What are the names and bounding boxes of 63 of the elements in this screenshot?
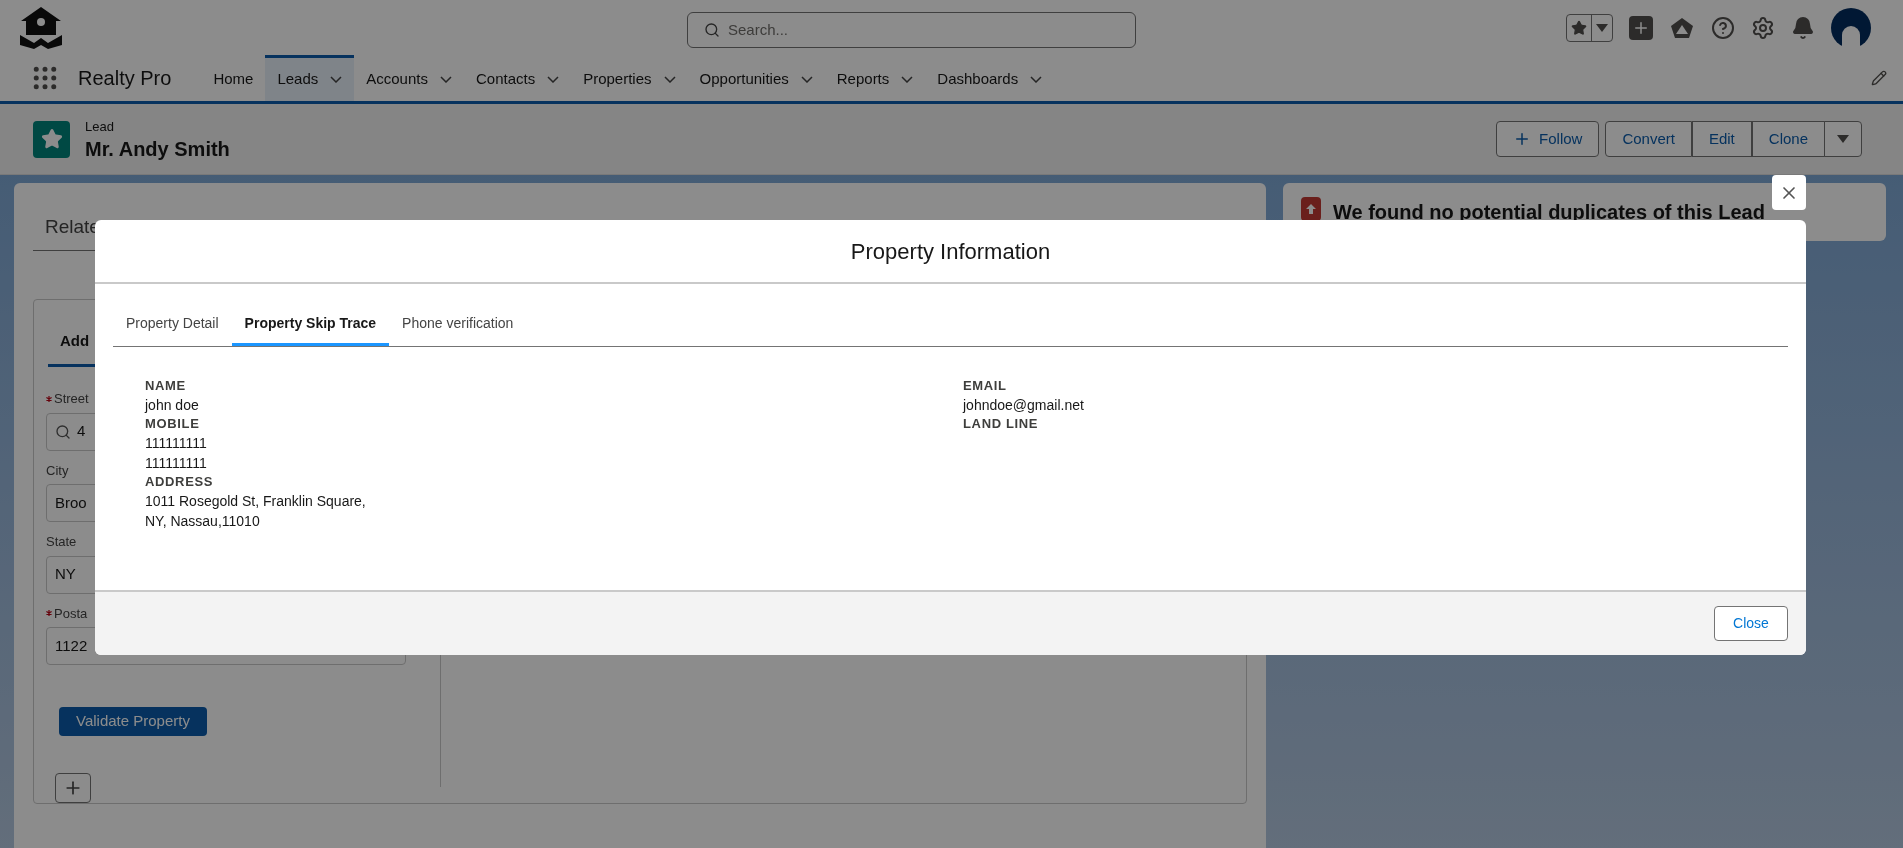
field-value: 111111111	[145, 434, 207, 453]
add-button[interactable]	[1629, 15, 1653, 40]
duplicates-message: We found no potential duplicates of this Lead	[1333, 200, 1765, 225]
required-icon	[46, 610, 52, 617]
caret-icon	[1596, 23, 1608, 32]
field-value: john doe	[145, 396, 199, 415]
nav-tab[interactable]: Opportunities	[687, 55, 825, 101]
follow-button[interactable]: Follow	[1496, 121, 1600, 157]
caret-icon	[1837, 135, 1849, 143]
search-field[interactable]: Search...	[687, 12, 1136, 48]
nav-tab[interactable]: Accounts	[354, 55, 464, 101]
chevron-icon	[901, 76, 914, 83]
nav-tab[interactable]: Leads	[265, 55, 355, 101]
add-button[interactable]	[55, 773, 91, 803]
settings-icon[interactable]	[1751, 15, 1775, 40]
action-button[interactable]: Convert	[1605, 121, 1692, 157]
star-icon	[1571, 19, 1587, 36]
action-button[interactable]: Clone	[1751, 121, 1825, 157]
nav-tab[interactable]: Dashboards	[925, 55, 1055, 101]
nav-tab[interactable]: Home	[201, 55, 266, 101]
field-value: johndoe@gmail.net	[963, 396, 1084, 415]
field-value: 1011 Rosegold St, Franklin Square,	[145, 492, 366, 511]
field-label: MOBILE	[145, 415, 201, 433]
field-label: LAND LINE	[963, 415, 1040, 433]
field-label: ADDRESS	[145, 473, 215, 491]
record-type: Lead	[85, 118, 115, 137]
field-label: State	[46, 533, 77, 551]
validate-property-button[interactable]: Validate Property	[59, 707, 207, 737]
required-icon	[46, 395, 52, 402]
modal-title: Property Information	[850, 237, 1051, 266]
close-button[interactable]: Close	[1714, 606, 1788, 641]
chevron-icon	[663, 76, 676, 83]
action-button[interactable]: Edit	[1691, 121, 1752, 157]
search-icon	[704, 22, 720, 38]
nav-tab[interactable]: Reports	[824, 55, 926, 101]
field-value: 111111111	[145, 454, 207, 473]
modal-tab[interactable]: Phone verification	[389, 304, 527, 346]
field-value: NY, Nassau,11010	[145, 512, 260, 531]
nav-tab[interactable]: Contacts	[463, 55, 572, 101]
chevron-icon	[330, 76, 343, 83]
field-label: City	[46, 461, 69, 480]
app-name: Realty Pro	[78, 66, 172, 91]
field-label: EMAIL	[963, 377, 1008, 395]
chevron-icon	[1030, 76, 1043, 83]
field-label: NAME	[145, 377, 187, 395]
chevron-icon	[439, 76, 452, 83]
search-icon	[55, 423, 71, 440]
more-actions-button[interactable]	[1824, 121, 1862, 157]
edit-icon[interactable]	[1871, 70, 1887, 86]
bell-icon[interactable]	[1791, 15, 1815, 40]
lead-icon	[33, 120, 70, 158]
avatar[interactable]	[1831, 7, 1871, 48]
nav-tab[interactable]: Properties	[571, 55, 688, 101]
field-label: Posta	[54, 604, 88, 623]
field-label: Street	[54, 390, 89, 408]
favorites-button[interactable]	[1566, 13, 1613, 42]
chevron-icon	[800, 76, 813, 83]
modal-tab[interactable]: Property Skip Trace	[231, 304, 390, 346]
modal-tab[interactable]: Property Detail	[113, 304, 232, 346]
record-title: Mr. Andy Smith	[85, 136, 230, 161]
chevron-icon	[547, 76, 560, 83]
close-button[interactable]	[1772, 175, 1806, 210]
help-icon[interactable]	[1711, 15, 1735, 40]
